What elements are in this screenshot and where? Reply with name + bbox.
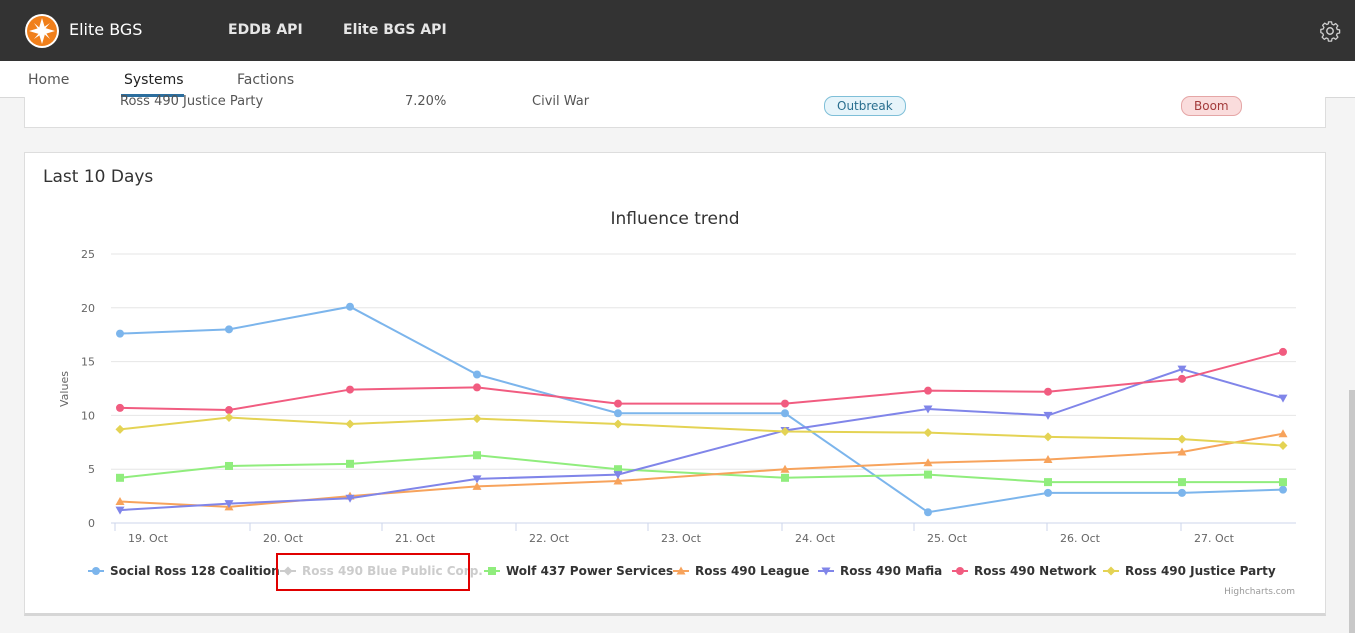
x-tick-label: 25. Oct — [927, 532, 968, 545]
data-point — [1278, 394, 1288, 403]
data-point — [1279, 485, 1287, 494]
series-line-4 — [119, 368, 1284, 512]
data-point — [924, 386, 932, 395]
y-tick-label: 15 — [81, 356, 95, 369]
data-point — [116, 403, 124, 412]
data-point — [346, 385, 354, 394]
x-tick-label: 26. Oct — [1060, 532, 1101, 545]
data-point — [781, 409, 789, 418]
y-tick-label: 20 — [81, 302, 95, 315]
data-point — [225, 461, 233, 470]
data-point — [614, 409, 622, 418]
data-point — [1044, 488, 1052, 497]
data-point — [346, 302, 354, 311]
y-tick-label: 25 — [81, 248, 95, 261]
series-line-2 — [119, 454, 1283, 484]
data-point — [473, 370, 481, 379]
x-tick-label: 22. Oct — [529, 532, 570, 545]
x-tick-label: 24. Oct — [795, 532, 836, 545]
data-point — [1178, 488, 1186, 497]
data-point — [1043, 432, 1053, 442]
data-point — [923, 428, 933, 438]
data-point — [1279, 478, 1287, 487]
data-point — [225, 406, 233, 415]
legend-item[interactable]: Ross 490 Network — [974, 564, 1097, 578]
y-tick-label: 10 — [81, 409, 95, 422]
legend-highlight-box — [276, 553, 470, 591]
data-point — [613, 419, 623, 429]
scrollbar[interactable] — [1349, 390, 1355, 633]
series-line-5 — [119, 350, 1284, 412]
data-point — [345, 419, 355, 429]
data-point — [116, 473, 124, 482]
data-point — [1044, 387, 1052, 396]
data-point — [781, 473, 789, 482]
x-tick-label: 23. Oct — [661, 532, 702, 545]
data-point — [116, 329, 124, 338]
legend-item[interactable]: Ross 490 Justice Party — [1125, 564, 1276, 578]
data-point — [225, 325, 233, 334]
series-line-3 — [119, 432, 1284, 508]
y-tick-label: 5 — [88, 463, 95, 476]
series-line-6 — [119, 416, 1284, 447]
chart-title: Influence trend — [610, 209, 739, 229]
legend-marker — [1106, 566, 1116, 576]
data-point — [1178, 374, 1186, 383]
data-point — [1177, 434, 1187, 444]
legend-item[interactable]: Social Ross 128 Coalition — [110, 564, 280, 578]
data-point — [346, 459, 354, 468]
x-tick-label: 19. Oct — [128, 532, 169, 545]
data-point — [614, 399, 622, 408]
data-point — [924, 508, 932, 517]
legend-marker — [488, 567, 496, 575]
data-point — [1278, 441, 1288, 451]
legend-item[interactable]: Ross 490 League — [695, 564, 809, 578]
data-point — [781, 399, 789, 408]
data-point — [1279, 347, 1287, 356]
data-point — [473, 383, 481, 392]
influence-chart: Influence trend 0 5 10 15 20 25 19. Oct 20. Oct 2… — [58, 209, 1296, 578]
x-tick-label: 20. Oct — [263, 532, 304, 545]
x-tick-label: 27. Oct — [1194, 532, 1235, 545]
data-point — [473, 451, 481, 460]
legend-marker — [92, 567, 100, 575]
y-tick-label: 0 — [88, 517, 95, 530]
data-point — [115, 424, 125, 434]
data-point — [1278, 429, 1288, 438]
legend-marker — [956, 567, 964, 575]
data-point — [224, 413, 234, 423]
data-point — [924, 470, 932, 479]
data-point — [1044, 478, 1052, 487]
data-point — [1178, 478, 1186, 487]
x-tick-label: 21. Oct — [395, 532, 436, 545]
y-axis-label: Values — [58, 371, 71, 407]
legend-item[interactable]: Ross 490 Mafia — [840, 564, 942, 578]
highcharts-credits[interactable]: Highcharts.com — [1224, 587, 1295, 597]
legend-item[interactable]: Wolf 437 Power Services — [506, 564, 673, 578]
